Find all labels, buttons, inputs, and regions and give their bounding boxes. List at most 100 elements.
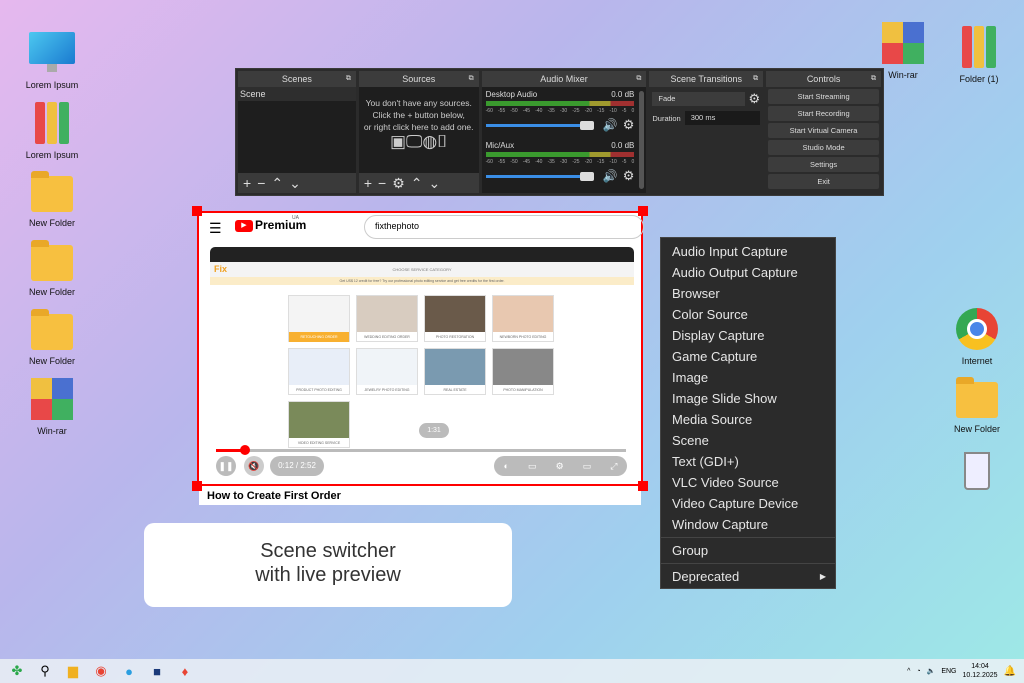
menu-item[interactable]: VLC Video Source <box>661 472 835 493</box>
monitor-icon <box>29 30 75 76</box>
exit-button[interactable]: Exit <box>768 174 879 189</box>
volume-slider[interactable] <box>485 120 594 130</box>
hover-time-tooltip: 1:31 <box>419 423 449 438</box>
menu-item[interactable]: Media Source <box>661 409 835 430</box>
photoshop-icon[interactable]: ■ <box>146 660 168 682</box>
desktop-icon-new-folder[interactable]: New Folder <box>17 168 87 228</box>
start-virtual-camera-button[interactable]: Start Virtual Camera <box>768 123 879 138</box>
menu-item[interactable]: Game Capture <box>661 346 835 367</box>
down-icon[interactable]: ⌄ <box>289 175 301 192</box>
desktop-icon-internet[interactable]: Internet <box>942 306 1012 366</box>
mute-button[interactable]: 🔇 <box>244 456 264 476</box>
service-card[interactable]: REAL ESTATE <box>424 348 486 395</box>
up-icon[interactable]: ⌃ <box>411 175 423 192</box>
scene-item[interactable]: Scene <box>238 87 356 101</box>
search-icon[interactable]: ⚲ <box>34 660 56 682</box>
desktop-icon-lorem-ipsum-2[interactable]: Lorem Ipsum <box>17 100 87 160</box>
add-icon[interactable]: + <box>364 175 372 191</box>
pause-button[interactable]: ❚❚ <box>216 456 236 476</box>
service-card[interactable]: PHOTO MANIPULATION <box>492 348 554 395</box>
volume-slider[interactable] <box>485 171 594 181</box>
resize-handle[interactable] <box>638 481 648 491</box>
down-icon[interactable]: ⌄ <box>428 175 440 192</box>
service-card[interactable]: VIDEO EDITING SERVICE <box>288 401 350 448</box>
remove-icon[interactable]: − <box>257 175 265 191</box>
menu-item[interactable]: Text (GDI+) <box>661 451 835 472</box>
menu-item[interactable]: Video Capture Device <box>661 493 835 514</box>
clock[interactable]: 14:04 10.12.2025 <box>963 662 998 680</box>
gear-icon[interactable]: ⚙ <box>623 168 635 184</box>
menu-item[interactable]: Display Capture <box>661 325 835 346</box>
desktop-icon-new-folder[interactable]: New Folder <box>942 374 1012 434</box>
theater-icon[interactable]: ▭ <box>583 461 592 472</box>
menu-item-deprecated[interactable]: Deprecated ▶ <box>661 566 835 587</box>
desktop-icon-folder-1[interactable]: Folder (1) <box>944 24 1014 84</box>
transition-select[interactable]: Fade <box>652 92 745 106</box>
resize-handle[interactable] <box>638 206 648 216</box>
start-recording-button[interactable]: Start Recording <box>768 106 879 121</box>
service-card[interactable]: WEDDING EDITING ORDER <box>356 295 418 342</box>
remove-icon[interactable]: − <box>378 175 386 191</box>
menu-item-group[interactable]: Group <box>661 540 835 561</box>
resize-handle[interactable] <box>192 206 202 216</box>
settings-icon[interactable]: ⚙ <box>556 461 564 472</box>
scrollbar[interactable] <box>639 91 645 189</box>
menu-icon[interactable]: ☰ <box>209 220 222 237</box>
sources-dock[interactable]: Sources ⧉ You don't have any sources. Clic… <box>358 71 479 193</box>
desktop-icon-new-folder[interactable]: New Folder <box>17 306 87 366</box>
service-card[interactable]: NEWBORN PHOTO EDITING <box>492 295 554 342</box>
recycle-bin-icon[interactable] <box>942 446 1012 496</box>
resize-handle[interactable] <box>192 481 202 491</box>
service-card[interactable]: JEWELRY PHOTO EDITING <box>356 348 418 395</box>
settings-button[interactable]: Settings <box>768 157 879 172</box>
undock-icon[interactable]: ⧉ <box>753 71 758 87</box>
menu-item[interactable]: Image <box>661 367 835 388</box>
gear-icon[interactable]: ⚙ <box>623 117 635 133</box>
youtube-logo-icon: ▶ <box>235 220 253 232</box>
service-card[interactable]: RETOUCHING ORDER <box>288 295 350 342</box>
undock-icon[interactable]: ⧉ <box>469 71 474 87</box>
app-icon[interactable]: ♦ <box>174 660 196 682</box>
speaker-icon[interactable]: 🔈 <box>927 667 936 675</box>
menu-item[interactable]: Browser <box>661 283 835 304</box>
service-card[interactable]: PHOTO RESTORATION <box>424 295 486 342</box>
undock-icon[interactable]: ⧉ <box>346 71 351 87</box>
telegram-icon[interactable]: ● <box>118 660 140 682</box>
menu-item[interactable]: Color Source <box>661 304 835 325</box>
menu-item[interactable]: Scene <box>661 430 835 451</box>
desktop-icon-new-folder[interactable]: New Folder <box>17 237 87 297</box>
file-explorer-icon[interactable]: ▆ <box>62 660 84 682</box>
service-card[interactable]: PRODUCT PHOTO EDITING <box>288 348 350 395</box>
speaker-icon[interactable]: 🔊 <box>603 118 618 132</box>
desktop-icon-lorem-ipsum[interactable]: Lorem Ipsum <box>17 30 87 90</box>
scene-preview[interactable]: ☰ ▶ Premium UA fixthephoto Fix CHOOSE SER… <box>197 211 644 486</box>
start-icon[interactable]: ✤ <box>6 660 28 682</box>
studio-mode-button[interactable]: Studio Mode <box>768 140 879 155</box>
undock-icon[interactable]: ⧉ <box>871 71 876 87</box>
autoplay-toggle[interactable]: ◐ <box>504 461 509 471</box>
subtitles-icon[interactable]: ▭ <box>528 461 537 472</box>
folder-icon <box>29 306 75 352</box>
duration-input[interactable]: 300 ms <box>684 111 761 125</box>
menu-item[interactable]: Audio Input Capture <box>661 241 835 262</box>
chrome-icon <box>954 306 1000 352</box>
menu-item[interactable]: Image Slide Show <box>661 388 835 409</box>
chrome-icon[interactable]: ◉ <box>90 660 112 682</box>
menu-item[interactable]: Window Capture <box>661 514 835 535</box>
winrar-icon <box>29 376 75 422</box>
gear-icon[interactable]: ⚙ <box>749 91 761 107</box>
gear-icon[interactable]: ⚙ <box>392 175 405 192</box>
search-input[interactable]: fixthephoto <box>364 215 644 239</box>
network-icon[interactable]: ◔ <box>916 668 920 675</box>
undock-icon[interactable]: ⧉ <box>636 71 641 87</box>
chevron-up-icon[interactable]: ^ <box>907 668 910 675</box>
start-streaming-button[interactable]: Start Streaming <box>768 89 879 104</box>
speaker-icon[interactable]: 🔊 <box>603 169 618 183</box>
desktop-icon-winrar[interactable]: Win-rar <box>17 376 87 436</box>
menu-item[interactable]: Audio Output Capture <box>661 262 835 283</box>
notification-icon[interactable]: 🔔 <box>1004 666 1016 677</box>
add-icon[interactable]: + <box>243 175 251 191</box>
up-icon[interactable]: ⌃ <box>271 175 283 192</box>
video-progress-bar[interactable] <box>216 445 626 455</box>
fullscreen-icon[interactable]: ⤢ <box>610 461 617 472</box>
